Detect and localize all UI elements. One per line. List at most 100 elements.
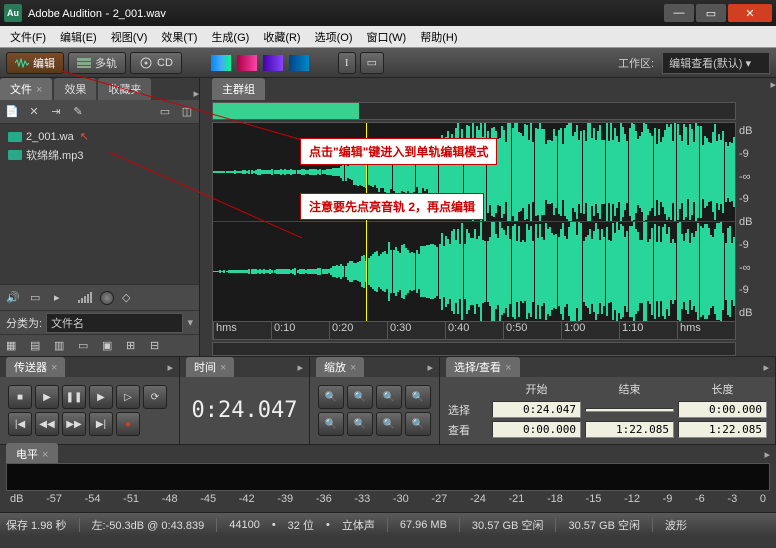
speaker-icon[interactable]: 🔊 bbox=[6, 291, 22, 305]
go-end-button[interactable]: ▶| bbox=[89, 412, 113, 436]
zoom-full-button[interactable]: 🔍 bbox=[376, 385, 402, 409]
annotation-callout: 注意要先点亮音轨 2，再点编辑 bbox=[300, 193, 484, 220]
view-icon[interactable]: ▦ bbox=[6, 339, 22, 353]
zoom-in-h-button[interactable]: 🔍 bbox=[318, 385, 344, 409]
panel-tab[interactable]: 缩放× bbox=[316, 357, 364, 377]
spectrum-icon[interactable] bbox=[289, 55, 309, 71]
volume-knob[interactable] bbox=[100, 291, 114, 305]
col-end-label: 结束 bbox=[585, 381, 674, 397]
time-display: 0:24.047 bbox=[184, 381, 305, 440]
horizontal-scrollbar[interactable] bbox=[212, 342, 736, 356]
sel-start-field[interactable]: 0:24.047 bbox=[492, 401, 581, 418]
selection-view-panel: 选择/查看×▸ 开始 结束 长度 选择 0:24.047 0:00.000 查看… bbox=[440, 357, 776, 444]
menu-generate[interactable]: 生成(G) bbox=[205, 27, 255, 47]
menu-favorites[interactable]: 收藏(R) bbox=[257, 27, 306, 47]
pause-button[interactable]: ❚❚ bbox=[62, 385, 86, 409]
record-button[interactable]: ● bbox=[116, 412, 140, 436]
marquee-tool-button[interactable]: ▭ bbox=[360, 52, 384, 74]
zoom-sel-button[interactable]: 🔍 bbox=[405, 385, 431, 409]
rewind-button[interactable]: ◀◀ bbox=[35, 412, 59, 436]
panel-menu-icon[interactable]: ▸ bbox=[193, 87, 199, 100]
minimize-button[interactable]: — bbox=[664, 4, 694, 22]
zoom-out-h-button[interactable]: 🔍 bbox=[347, 385, 373, 409]
view-end-field[interactable]: 1:22.085 bbox=[585, 421, 674, 438]
zoom-in-v-button[interactable]: 🔍 bbox=[318, 412, 344, 436]
loop-icon[interactable]: ▸ bbox=[54, 291, 70, 305]
workspace-select[interactable]: 编辑查看(默认) ▾ bbox=[662, 52, 770, 74]
panel-menu-icon[interactable]: ▸ bbox=[763, 361, 769, 374]
panel-menu-icon[interactable]: ▸ bbox=[764, 448, 770, 461]
panel-menu-icon[interactable]: ▸ bbox=[770, 78, 776, 100]
view-start-field[interactable]: 0:00.000 bbox=[492, 421, 581, 438]
insert-icon[interactable]: ⇥ bbox=[48, 105, 64, 119]
menu-effects[interactable]: 效果(T) bbox=[155, 27, 203, 47]
forward-button[interactable]: ▶▶ bbox=[62, 412, 86, 436]
view-icon[interactable]: ⊞ bbox=[126, 339, 142, 353]
import-icon[interactable]: 📄 bbox=[4, 105, 20, 119]
loop-button[interactable]: ⟳ bbox=[143, 385, 167, 409]
zoom-out-v-button[interactable]: 🔍 bbox=[347, 412, 373, 436]
panel-menu-icon[interactable]: ▸ bbox=[427, 361, 433, 374]
mode-multitrack-button[interactable]: 多轨 bbox=[68, 52, 126, 74]
view-icon[interactable]: ▥ bbox=[54, 339, 70, 353]
go-start-button[interactable]: |◀ bbox=[8, 412, 32, 436]
cd-icon bbox=[139, 56, 153, 70]
panel-tab[interactable]: 时间× bbox=[186, 357, 234, 377]
overview-bar[interactable] bbox=[212, 102, 736, 120]
spectrum-icon[interactable] bbox=[211, 55, 231, 71]
sort-label: 分类为: bbox=[6, 315, 42, 331]
close-button[interactable]: ✕ bbox=[728, 4, 772, 22]
view-icon[interactable]: ⊟ bbox=[150, 339, 166, 353]
db-scale: dB-9-∞-9dB-9-∞-9dB bbox=[739, 123, 771, 321]
view-icon[interactable]: ▣ bbox=[102, 339, 118, 353]
status-stereo: 立体声 bbox=[342, 517, 375, 533]
view-icon[interactable]: ▤ bbox=[30, 339, 46, 353]
zoom-in-right-button[interactable]: 🔍 bbox=[405, 412, 431, 436]
mode-edit-button[interactable]: 编辑 bbox=[6, 52, 64, 74]
workspace-label: 工作区: bbox=[618, 55, 654, 71]
options-icon[interactable]: ▭ bbox=[157, 105, 173, 119]
tab-files[interactable]: 文件× bbox=[0, 78, 52, 100]
waveform-icon bbox=[15, 56, 29, 70]
sel-end-field[interactable] bbox=[585, 408, 674, 412]
sel-length-field[interactable]: 0:00.000 bbox=[678, 401, 767, 418]
autoplay-icon[interactable]: ▭ bbox=[30, 291, 46, 305]
edit-file-icon[interactable]: ✎ bbox=[70, 105, 86, 119]
panel-tab[interactable]: 传送器× bbox=[6, 357, 65, 377]
panel-menu-icon[interactable]: ▸ bbox=[297, 361, 303, 374]
panel-tab[interactable]: 选择/查看× bbox=[446, 357, 520, 377]
menu-edit[interactable]: 编辑(E) bbox=[54, 27, 103, 47]
file-item[interactable]: 2_001.wa ↖ bbox=[4, 128, 195, 145]
menu-window[interactable]: 窗口(W) bbox=[361, 27, 413, 47]
maximize-button[interactable]: ▭ bbox=[696, 4, 726, 22]
cursor-tool-button[interactable]: I bbox=[338, 52, 356, 74]
play-to-end-button[interactable]: ▷ bbox=[116, 385, 140, 409]
close-file-icon[interactable]: ✕ bbox=[26, 105, 42, 119]
menu-file[interactable]: 文件(F) bbox=[4, 27, 52, 47]
stop-button[interactable]: ■ bbox=[8, 385, 32, 409]
tab-main-group[interactable]: 主群组 bbox=[212, 78, 265, 100]
file-item[interactable]: 软绵绵.mp3 bbox=[4, 145, 195, 165]
overview-fill bbox=[213, 103, 359, 119]
play-button[interactable]: ▶ bbox=[35, 385, 59, 409]
panel-menu-icon[interactable]: ▸ bbox=[167, 361, 173, 374]
view-icon[interactable]: ▭ bbox=[78, 339, 94, 353]
menu-help[interactable]: 帮助(H) bbox=[414, 27, 463, 47]
close-icon[interactable]: × bbox=[36, 84, 42, 96]
view-length-field[interactable]: 1:22.085 bbox=[678, 421, 767, 438]
menu-view[interactable]: 视图(V) bbox=[105, 27, 154, 47]
tab-effects[interactable]: 效果 bbox=[54, 78, 96, 100]
menu-options[interactable]: 选项(O) bbox=[309, 27, 359, 47]
marker-icon[interactable]: ◇ bbox=[122, 291, 138, 305]
spectrum-icon[interactable] bbox=[237, 55, 257, 71]
spectrum-icon[interactable] bbox=[263, 55, 283, 71]
marquee-icon: ▭ bbox=[367, 56, 377, 69]
zoom-in-left-button[interactable]: 🔍 bbox=[376, 412, 402, 436]
sort-select[interactable]: 文件名 bbox=[46, 313, 183, 333]
time-ruler[interactable]: hms0:100:200:300:400:501:001:10hms bbox=[213, 321, 735, 339]
chevron-down-icon[interactable]: ▾ bbox=[187, 316, 193, 329]
level-meter[interactable] bbox=[6, 463, 770, 491]
mode-cd-button[interactable]: CD bbox=[130, 52, 182, 74]
play-looped-button[interactable]: ▶ bbox=[89, 385, 113, 409]
tab-level[interactable]: 电平× bbox=[6, 443, 58, 465]
